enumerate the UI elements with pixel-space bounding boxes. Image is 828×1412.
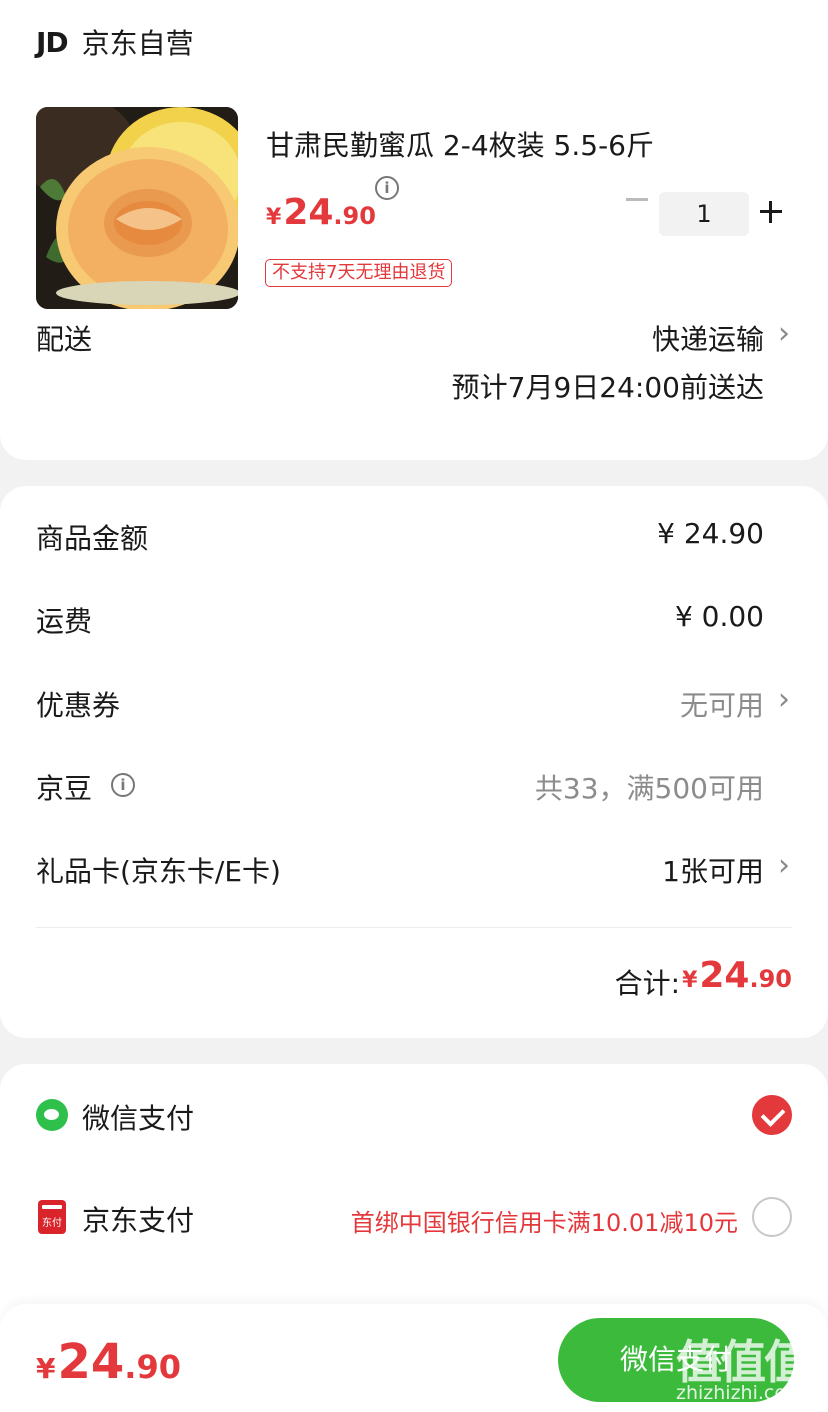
jd-logo-icon: JD — [36, 25, 69, 59]
melon-image-icon — [36, 107, 238, 309]
melon-product-image[interactable] — [36, 107, 238, 309]
payment-option-label: 京东支付 — [82, 1204, 195, 1237]
shop-header[interactable]: JD 京东自营 — [36, 25, 194, 61]
jingdou-info-icon[interactable]: i — [111, 773, 135, 797]
payment-radio-selected[interactable] — [752, 1095, 792, 1135]
fee-value-goods: ¥ 24.90 — [657, 517, 764, 550]
delivery-chevron-right-icon[interactable]: › — [778, 316, 790, 351]
fee-label-shipping: 运费 — [36, 605, 93, 638]
fee-label-goods: 商品金额 — [36, 522, 149, 555]
giftcard-chevron-right-icon[interactable]: › — [778, 848, 790, 883]
total-price: ¥ 24 .90 — [682, 955, 792, 996]
fee-label-coupon[interactable]: 优惠券 — [36, 684, 120, 724]
fee-value-shipping: ¥ 0.00 — [674, 600, 764, 633]
fee-divider — [36, 927, 792, 928]
return-policy-tag: 不支持7天无理由退货 — [265, 259, 453, 287]
payment-radio-unselected[interactable] — [752, 1197, 792, 1237]
fee-label-giftcard[interactable]: 礼品卡(京东卡/E卡) — [36, 850, 281, 890]
coupon-chevron-right-icon[interactable]: › — [778, 682, 790, 717]
fee-value-giftcard[interactable]: 1张可用 — [662, 850, 764, 890]
fee-label-jingdou: 京豆 — [36, 772, 93, 805]
shop-name: 京东自营 — [81, 27, 194, 60]
delivery-label: 配送 — [36, 323, 93, 356]
product-title[interactable]: 甘肃民勤蜜瓜 2-4枚装 5.5-6斤 — [266, 124, 654, 164]
quantity-minus-button[interactable] — [626, 198, 648, 201]
wechat-pay-icon — [36, 1099, 68, 1131]
payment-option-wechat[interactable]: 微信支付 — [36, 1085, 792, 1145]
quantity-plus-button[interactable] — [760, 201, 782, 223]
payment-option-jdpay[interactable]: 东付 京东支付 首绑中国银行信用卡满10.01减10元 — [36, 1187, 792, 1247]
delivery-method[interactable]: 快递运输 — [652, 318, 764, 358]
payment-option-label: 微信支付 — [82, 1102, 195, 1135]
bottom-total-price: ¥ 24 .90 — [36, 1334, 181, 1390]
fee-value-jingdou: 共33，满500可用 — [534, 772, 764, 805]
product-price: ¥ 24 .90 — [266, 192, 376, 233]
fee-value-coupon[interactable]: 无可用 — [680, 684, 764, 724]
total-label: 合计: — [614, 967, 680, 1000]
payment-promo-text: 首绑中国银行信用卡满10.01减10元 — [350, 1209, 738, 1237]
delivery-eta: 预计7月9日24:00前送达 — [451, 371, 764, 404]
jd-pay-icon: 东付 — [38, 1200, 66, 1234]
price-info-icon[interactable]: i — [375, 176, 399, 200]
quantity-input[interactable]: 1 — [659, 192, 749, 236]
site-watermark-url: zhizhizhi.com — [676, 1382, 805, 1404]
